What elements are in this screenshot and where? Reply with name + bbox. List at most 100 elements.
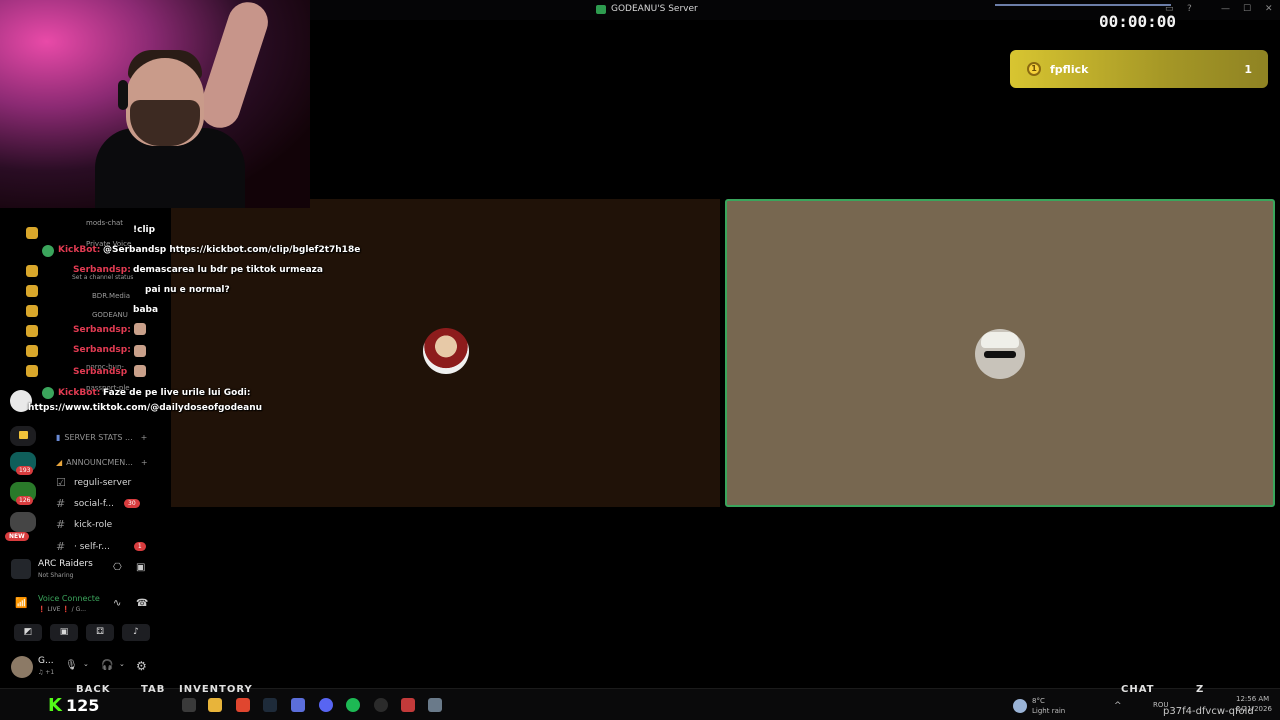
settings-icon[interactable] [428, 698, 442, 712]
voice-subtitle: ❗ LIVE ❗ / G... [38, 606, 86, 613]
discord-icon[interactable] [319, 698, 333, 712]
weather-desc: Light rain [1032, 707, 1066, 715]
coin-icon: 1 [1027, 62, 1041, 76]
spotify-icon[interactable] [346, 698, 360, 712]
hash-icon: # [56, 540, 66, 553]
add-channel-icon[interactable]: + [141, 433, 148, 442]
goal-count: 1 [1244, 62, 1252, 76]
screen-share-button[interactable]: ▣ [50, 624, 78, 641]
chat-user-9: KickBot: [58, 388, 101, 398]
file-explorer-icon[interactable] [208, 698, 222, 712]
channel-label: reguli-server [74, 477, 132, 488]
chat-user-3: Serbandsp: [73, 265, 131, 275]
headphones-icon[interactable]: 🎧 [101, 660, 113, 671]
chat-message-9: Faze de pe live urile lui Godi: [103, 388, 251, 398]
disconnect-icon[interactable]: ☎ [136, 598, 148, 609]
close-icon[interactable]: ✕ [1265, 4, 1273, 14]
server-icon[interactable] [10, 512, 36, 532]
chevron-down-icon[interactable]: ⌄ [83, 660, 89, 668]
chat-user-8: Serbandsp [73, 367, 128, 377]
stream-progress-bar [995, 4, 1171, 6]
headset-icon [118, 80, 128, 110]
channel-reguli-server[interactable]: ☑ reguli-server [56, 476, 131, 489]
server-rail: 193 126 [7, 422, 39, 550]
megaphone-icon: ◢ [56, 458, 63, 467]
sub-badge-icon [26, 265, 38, 277]
camera-toggle-button[interactable]: ◩ [14, 624, 42, 641]
weather-icon[interactable] [1013, 699, 1027, 713]
chevron-down-icon[interactable]: ⌄ [119, 660, 125, 668]
steam-icon[interactable] [263, 698, 277, 712]
sub-badge-icon [26, 345, 38, 357]
server-icon [596, 4, 606, 14]
search-icon[interactable] [182, 698, 196, 712]
voice-tile-right-speaking[interactable] [725, 199, 1275, 507]
soundboard-button[interactable]: ♪ [122, 624, 150, 641]
goal-card: 1 fpflick 1 [1010, 50, 1268, 88]
obs-icon[interactable] [374, 698, 388, 712]
stream-icon[interactable]: ▣ [136, 562, 145, 573]
sub-badge-icon [26, 305, 38, 317]
brave-browser-icon[interactable] [236, 698, 250, 712]
noise-suppression-icon[interactable]: ∿ [113, 598, 121, 609]
kick-follower-counter: K 125 [48, 695, 99, 716]
channel-social-f[interactable]: # social-f... 30 [56, 497, 140, 510]
activity-subtitle: Not Sharing [38, 572, 74, 579]
goal-name: fpflick [1050, 62, 1089, 76]
chat-message-2: @Serbandsp https://kickbot.com/clip/bgle… [103, 245, 361, 255]
participant-avatar [975, 329, 1025, 379]
voice-title: Voice Connecte [38, 594, 100, 603]
new-badge: NEW [5, 532, 29, 541]
chat-message-3: demascarea lu bdr pe tiktok urmeaza [133, 265, 323, 275]
user-panel: G... ♫ +1 🎙 ⌄ 🎧 ⌄ ⚙ [5, 652, 160, 682]
hud-inventory: INVENTORY [179, 684, 253, 695]
controller-icon[interactable]: ⎔ [113, 562, 122, 573]
help-icon[interactable]: ? [1187, 4, 1192, 14]
chat-message-1: !clip [133, 225, 156, 235]
sub-badge-icon [26, 365, 38, 377]
rules-icon: ☑ [56, 476, 66, 489]
channel-self-roles[interactable]: # · self-r... 1 [56, 540, 146, 553]
channel-label: social-f... [74, 498, 115, 509]
channel-kick-role[interactable]: # kick-role [56, 518, 112, 531]
hash-icon: # [56, 518, 66, 531]
sub-badge-icon [26, 325, 38, 337]
window-title: GODEANU'S Server [596, 4, 698, 14]
webcam-arm [194, 0, 274, 133]
hud-z: Z [1196, 684, 1205, 695]
category-announcements[interactable]: ◢ ANNOUNCMEN... + [56, 458, 148, 467]
channel-label: · self-r... [74, 541, 110, 552]
avatar-glasses [984, 351, 1016, 358]
folder-icon[interactable] [10, 426, 36, 446]
minimize-icon[interactable]: — [1221, 4, 1230, 14]
microphone-icon[interactable]: 🎙 [65, 660, 78, 671]
weather-temp: 8°C [1032, 697, 1045, 705]
voice-connected-panel: 📶 Voice Connecte ❗ LIVE ❗ / G... ∿ ☎ ◩ ▣… [5, 590, 160, 646]
clock-time[interactable]: 12:56 AM [1236, 695, 1269, 703]
signal-icon[interactable]: 📶 [15, 598, 27, 609]
chat-user-2: KickBot: [58, 245, 101, 255]
category-label: SERVER STATS ... [64, 433, 133, 442]
server-badge: 126 [16, 496, 34, 505]
verified-icon [42, 245, 54, 257]
hud-chat: CHAT [1121, 684, 1155, 695]
store-icon[interactable] [291, 698, 305, 712]
verified-icon [42, 387, 54, 399]
emote-icon [134, 365, 146, 377]
hud-tab: TAB [141, 684, 166, 695]
avatar[interactable] [11, 656, 33, 678]
activity-panel: ARC Raiders Not Sharing ⎔ ▣ [5, 553, 160, 587]
username: G... [38, 656, 54, 666]
activities-button[interactable]: ⚃ [86, 624, 114, 641]
user-status: ♫ +1 [38, 669, 55, 676]
tray-chevron-icon[interactable]: ^ [1114, 701, 1122, 711]
gear-icon[interactable]: ⚙ [136, 659, 147, 673]
add-channel-icon[interactable]: + [141, 458, 148, 467]
category-server-stats[interactable]: ▮ SERVER STATS ... + [56, 433, 147, 442]
webcam-feed [0, 0, 310, 208]
app-icon[interactable] [401, 698, 415, 712]
game-icon [11, 559, 31, 579]
stream-timer: 00:00:00 [1099, 12, 1177, 31]
sub-badge-icon [26, 285, 38, 297]
maximize-icon[interactable]: ☐ [1243, 4, 1251, 14]
